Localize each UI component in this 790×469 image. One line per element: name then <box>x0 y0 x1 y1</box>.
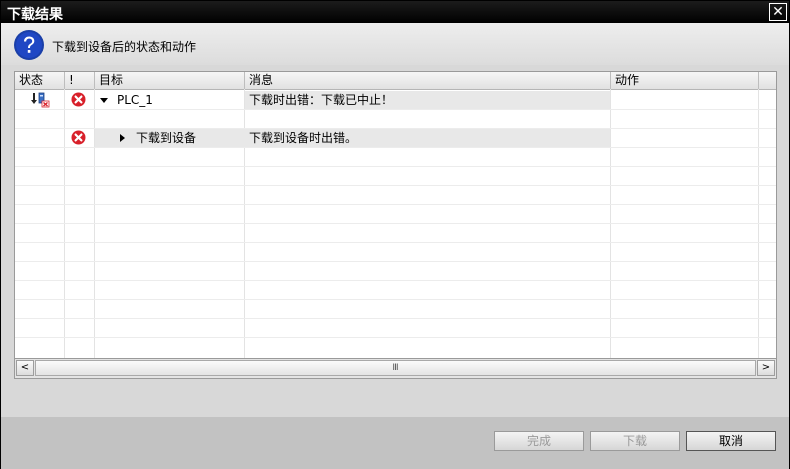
column-header-filler <box>759 72 776 89</box>
dialog-header: 下载到设备后的状态和动作 <box>1 23 789 65</box>
grid-line <box>15 280 776 281</box>
row-message: 下载到设备时出错。 <box>249 131 358 145</box>
row-target: PLC_1 <box>117 93 153 107</box>
grid-line <box>15 242 776 243</box>
column-header-target[interactable]: 目标 <box>95 72 245 89</box>
grid-line <box>15 337 776 338</box>
header-message: 下载到设备后的状态和动作 <box>52 40 197 54</box>
grid-line <box>15 147 776 148</box>
column-header-message[interactable]: 消息 <box>245 72 611 89</box>
download-status-icon <box>31 92 50 108</box>
table-header: 状态 ! 目标 消息 动作 <box>15 72 776 90</box>
question-icon <box>14 30 44 60</box>
column-header-status[interactable]: 状态 <box>15 72 65 89</box>
column-header-severity[interactable]: ! <box>65 72 95 89</box>
column-header-action[interactable]: 动作 <box>611 72 759 89</box>
grid-line <box>15 223 776 224</box>
grid-line <box>15 318 776 319</box>
grid-line <box>15 109 776 110</box>
scroll-left-button[interactable]: < <box>16 360 34 376</box>
error-icon <box>71 92 86 107</box>
grid-line <box>15 185 776 186</box>
results-table: 状态 ! 目标 消息 动作 PLC_1 下载时出错：下载已中止！ 下载到设备 下… <box>14 71 777 359</box>
grip-icon: Ⅲ <box>392 363 399 373</box>
close-icon: ✕ <box>772 4 784 20</box>
dialog-footer: 完成 下载 取消 <box>1 417 789 469</box>
dialog-title: 下载结果 <box>7 7 63 23</box>
cancel-button[interactable]: 取消 <box>686 431 776 451</box>
expand-icon[interactable] <box>120 134 125 142</box>
download-results-dialog: 下载结果 ✕ 下载到设备后的状态和动作 状态 ! 目标 消息 动作 PLC_1 … <box>0 0 790 469</box>
collapse-icon[interactable] <box>100 98 108 103</box>
horizontal-scrollbar[interactable]: < Ⅲ > <box>14 359 777 379</box>
title-bar[interactable]: 下载结果 ✕ <box>1 1 789 23</box>
grid-line <box>15 261 776 262</box>
grid-line <box>15 204 776 205</box>
error-icon <box>71 130 86 145</box>
scroll-thumb[interactable]: Ⅲ <box>35 360 756 376</box>
download-button[interactable]: 下载 <box>590 431 680 451</box>
close-button[interactable]: ✕ <box>769 3 787 21</box>
grid-line <box>15 166 776 167</box>
chevron-left-icon: < <box>20 362 30 373</box>
chevron-right-icon: > <box>761 362 771 373</box>
scroll-right-button[interactable]: > <box>757 360 775 376</box>
grid-line <box>15 299 776 300</box>
finish-button[interactable]: 完成 <box>494 431 584 451</box>
row-message: 下载时出错：下载已中止！ <box>249 93 394 107</box>
row-target: 下载到设备 <box>136 131 197 145</box>
